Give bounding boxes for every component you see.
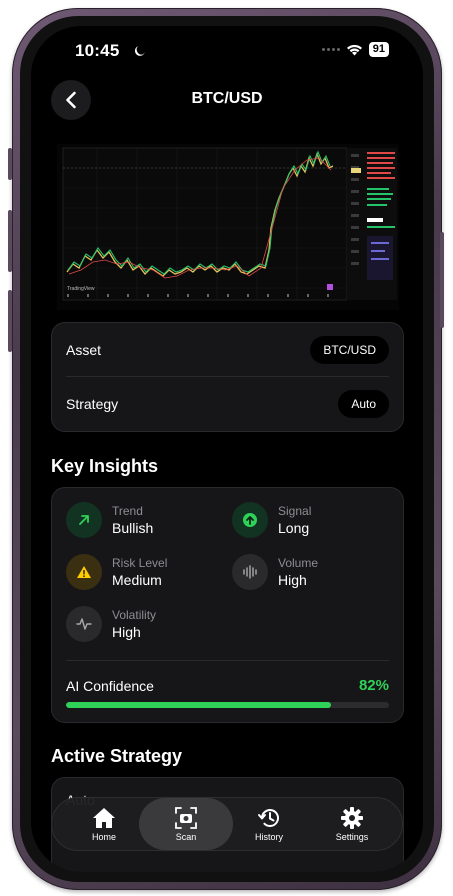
- info-card: Asset BTC/USD Strategy Auto: [51, 322, 404, 432]
- status-bar: 10:45 91: [31, 38, 423, 68]
- tab-label: Scan: [175, 831, 197, 842]
- waveform-icon: [232, 554, 268, 590]
- tab-history[interactable]: History: [229, 798, 309, 850]
- insight-value: Bullish: [112, 519, 154, 536]
- wifi-icon: [346, 44, 362, 55]
- nav-header: BTC/USD: [31, 78, 423, 122]
- status-indicators: 91: [321, 42, 389, 57]
- action-button: [8, 148, 12, 180]
- active-strategy-title: Active Strategy: [51, 746, 183, 766]
- tab-settings[interactable]: Settings: [312, 798, 392, 850]
- insight-label: Trend: [112, 503, 143, 518]
- ai-confidence-bar: [66, 702, 389, 708]
- trend-up-icon: [66, 502, 102, 538]
- strategy-row: Strategy Auto: [66, 377, 389, 431]
- insight-value: High: [278, 571, 307, 588]
- tab-label: Home: [91, 831, 116, 842]
- tab-label: Settings: [335, 831, 369, 842]
- insight-label: Risk Level: [112, 555, 168, 570]
- asset-row: Asset BTC/USD: [66, 323, 389, 377]
- tab-label: History: [254, 831, 283, 842]
- asset-pill[interactable]: BTC/USD: [310, 335, 389, 364]
- cellular-icon: [321, 48, 340, 51]
- insight-label: Volatility: [112, 607, 157, 622]
- camera-icon: [175, 806, 197, 829]
- status-time: 10:45: [75, 41, 120, 60]
- strategy-pill[interactable]: Auto: [338, 390, 389, 418]
- ai-confidence-bar-fill: [66, 702, 331, 708]
- ai-confidence-value: 82%: [358, 677, 389, 694]
- insight-label: Volume: [278, 555, 319, 570]
- insight-trend: Trend Bullish: [66, 502, 153, 538]
- battery-indicator: 91: [368, 42, 389, 57]
- tab-scan[interactable]: Scan: [139, 798, 233, 850]
- pulse-icon: [66, 606, 102, 642]
- volume-up-button: [8, 210, 12, 272]
- asset-label: Asset: [66, 341, 102, 358]
- history-icon: [258, 808, 279, 827]
- tab-home[interactable]: Home: [64, 798, 144, 850]
- screen: 10:45 91 BTC/USD TradingView Asset BTC/U…: [31, 26, 423, 872]
- ai-confidence-label: AI Confidence: [66, 678, 154, 694]
- divider: [66, 660, 389, 661]
- power-button: [440, 232, 444, 328]
- page-title: BTC/USD: [191, 90, 263, 107]
- insight-volatility: Volatility High: [66, 606, 156, 642]
- moon-icon: [134, 46, 145, 56]
- insight-value: High: [112, 623, 141, 640]
- chart-screenshot: TradingView: [57, 144, 399, 310]
- insight-label: Signal: [278, 503, 312, 518]
- insight-risk-level: Risk Level Medium: [66, 554, 167, 590]
- key-insights-card: Trend Bullish Signal Long Risk Level Med…: [51, 487, 404, 723]
- gear-icon: [341, 806, 363, 829]
- candlestick-chart-image: TradingView: [57, 144, 399, 310]
- key-insights-title: Key Insights: [51, 456, 159, 476]
- insight-value: Medium: [112, 571, 162, 588]
- warning-icon: [66, 554, 102, 590]
- home-icon: [93, 807, 115, 828]
- insight-signal: Signal Long: [232, 502, 311, 538]
- insight-value: Long: [278, 519, 310, 536]
- volume-down-button: [8, 290, 12, 352]
- insight-volume: Volume High: [232, 554, 318, 590]
- arrow-up-circle-icon: [232, 502, 268, 538]
- strategy-label: Strategy: [66, 396, 119, 412]
- tab-bar: Home Scan History Settings: [51, 797, 403, 851]
- chart-watermark: TradingView: [67, 286, 95, 292]
